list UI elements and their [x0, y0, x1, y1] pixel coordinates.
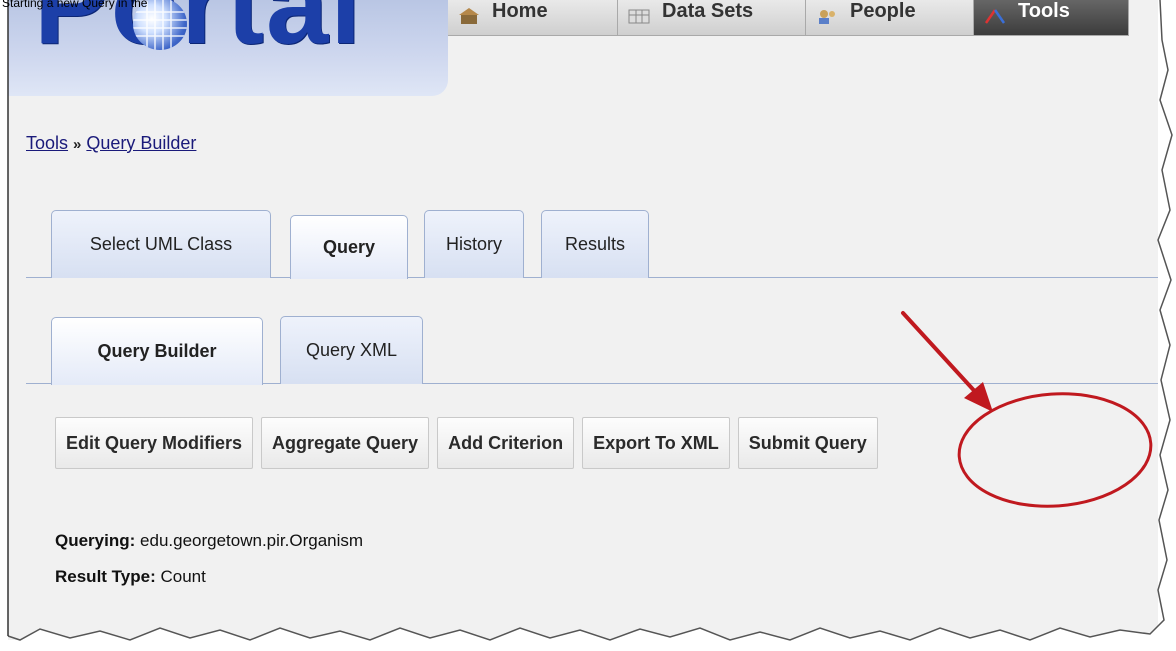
breadcrumb-tools-link[interactable]: Tools: [26, 133, 68, 153]
tab-query-xml[interactable]: Query XML: [280, 316, 423, 384]
result-type-line: Result Type: Count: [55, 567, 206, 587]
sub-tab-bar: Query Builder Query XML: [26, 314, 1158, 385]
breadcrumb-query-builder-link[interactable]: Query Builder: [86, 133, 196, 153]
nav-data-sets-label: Data Sets: [662, 0, 754, 22]
breadcrumb: Tools » Query Builder: [26, 133, 196, 154]
tab-select-uml-class[interactable]: Select UML Class: [51, 210, 271, 278]
add-criterion-button[interactable]: Add Criterion: [437, 417, 575, 469]
portal-logo: Portal: [8, 0, 448, 96]
tab-query[interactable]: Query: [290, 215, 408, 279]
submit-query-button[interactable]: Submit Query: [737, 417, 878, 469]
portal-page: Portal Home Data Sets People Tools Tools…: [8, 0, 1158, 640]
querying-line: Querying: edu.georgetown.pir.Organism: [55, 531, 363, 551]
nav-data-sets[interactable]: Data Sets: [618, 0, 806, 36]
result-type-value: Count: [160, 567, 206, 586]
nav-tools[interactable]: Tools: [974, 0, 1129, 36]
query-toolbar: Edit Query Modifiers Aggregate Query Add…: [55, 417, 878, 469]
result-type-label: Result Type:: [55, 567, 156, 586]
aggregate-query-button[interactable]: Aggregate Query: [261, 417, 430, 469]
tools-icon: [984, 7, 1006, 24]
export-to-xml-button[interactable]: Export To XML: [582, 417, 730, 469]
nav-people-label: People: [850, 0, 916, 22]
nav-people[interactable]: People: [806, 0, 974, 36]
main-tab-bar: Select UML Class Query History Results: [26, 208, 1158, 279]
home-icon: [458, 7, 480, 24]
figure-caption: Starting a new Query in the: [2, 0, 148, 10]
edit-query-modifiers-button[interactable]: Edit Query Modifiers: [55, 417, 254, 469]
breadcrumb-separator: »: [73, 136, 82, 153]
nav-home[interactable]: Home: [448, 0, 618, 36]
tab-query-builder[interactable]: Query Builder: [51, 317, 263, 385]
nav-tools-label: Tools: [1018, 0, 1070, 22]
datasets-icon: [628, 7, 650, 24]
querying-label: Querying:: [55, 531, 136, 550]
nav-home-label: Home: [492, 0, 548, 22]
querying-value: edu.georgetown.pir.Organism: [140, 531, 364, 550]
people-icon: [816, 7, 838, 24]
tab-results[interactable]: Results: [541, 210, 649, 278]
logo-text: Portal: [34, 0, 364, 67]
tab-history[interactable]: History: [424, 210, 524, 278]
top-navigation: Home Data Sets People Tools: [448, 0, 1129, 36]
